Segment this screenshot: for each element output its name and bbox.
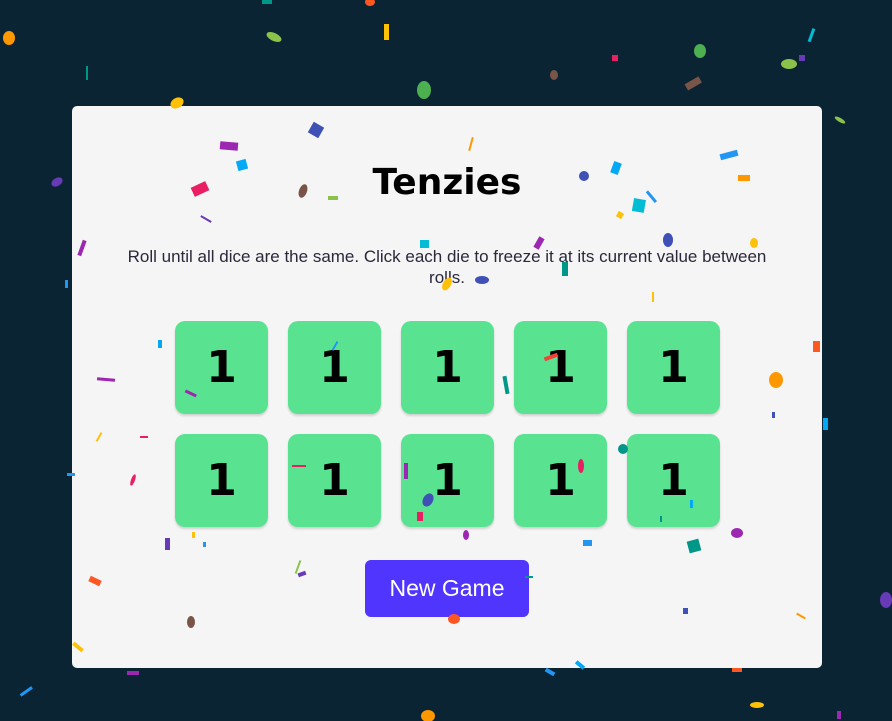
- die-6[interactable]: 1: [175, 434, 268, 527]
- die-1[interactable]: 1: [175, 321, 268, 414]
- dice-grid: 1 1 1 1 1 1 1 1 1 1: [175, 321, 720, 527]
- die-8[interactable]: 1: [401, 434, 494, 527]
- die-5[interactable]: 1: [627, 321, 720, 414]
- game-instructions: Roll until all dice are the same. Click …: [127, 247, 767, 287]
- die-3[interactable]: 1: [401, 321, 494, 414]
- die-10[interactable]: 1: [627, 434, 720, 527]
- new-game-button[interactable]: New Game: [365, 560, 529, 617]
- die-2[interactable]: 1: [288, 321, 381, 414]
- die-7[interactable]: 1: [288, 434, 381, 527]
- game-title: Tenzies: [372, 162, 522, 203]
- game-board: Tenzies Roll until all dice are the same…: [72, 106, 822, 668]
- die-4[interactable]: 1: [514, 321, 607, 414]
- die-9[interactable]: 1: [514, 434, 607, 527]
